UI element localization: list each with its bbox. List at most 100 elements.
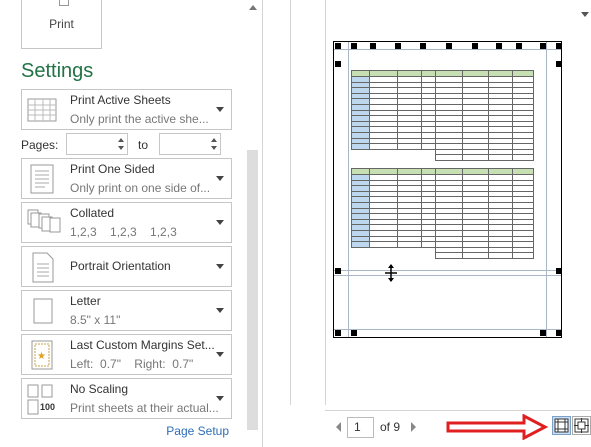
chevron-down-icon xyxy=(216,396,224,401)
margin-handle[interactable] xyxy=(351,43,357,49)
page-count: of 9 xyxy=(380,420,401,434)
preview-table-1 xyxy=(350,70,535,161)
spin-up-icon[interactable] xyxy=(118,138,124,142)
margin-handle[interactable] xyxy=(556,330,562,336)
red-arrow-annotation xyxy=(446,414,548,440)
print-button[interactable]: Print xyxy=(21,0,102,49)
scrollbar-thumb[interactable] xyxy=(247,150,258,430)
scaling-sub: Print sheets at their actual... xyxy=(70,401,219,415)
preview-scrollbar[interactable] xyxy=(580,0,591,20)
chevron-down-icon xyxy=(216,220,224,225)
previous-page-icon[interactable] xyxy=(336,422,341,432)
paper-size-dropdown[interactable]: Letter 8.5" x 11" xyxy=(21,290,232,331)
margin-handle[interactable] xyxy=(540,43,546,49)
portrait-page-icon xyxy=(32,252,54,283)
margin-handle[interactable] xyxy=(395,43,401,49)
resize-cursor-icon xyxy=(385,264,397,282)
margin-handle[interactable] xyxy=(335,61,341,67)
pages-label: Pages: xyxy=(21,138,59,152)
margin-handle[interactable] xyxy=(496,43,502,49)
one-sided-page-icon xyxy=(30,164,54,194)
table-cell xyxy=(434,154,464,161)
collation-dropdown[interactable]: Collated 1,2,3 1,2,3 1,2,3 xyxy=(21,202,232,243)
sided-title: Print One Sided xyxy=(70,162,155,176)
margin-handle[interactable] xyxy=(370,43,376,49)
svg-text:★: ★ xyxy=(37,351,46,362)
margin-handle[interactable] xyxy=(335,330,341,336)
collation-sub: 1,2,3 1,2,3 1,2,3 xyxy=(70,225,177,239)
no-scaling-icon xyxy=(27,384,53,415)
chevron-down-icon xyxy=(216,308,224,313)
right-margin-guide[interactable] xyxy=(546,42,547,337)
zoom-to-page-button[interactable] xyxy=(572,416,591,435)
table-cell xyxy=(370,253,398,259)
current-page-input[interactable]: 1 xyxy=(347,417,374,438)
chevron-down-icon xyxy=(216,264,224,269)
margins-icon: ★ xyxy=(31,340,53,370)
show-margins-icon xyxy=(554,418,569,433)
bottom-edge-guide[interactable] xyxy=(334,329,561,330)
scroll-down-icon[interactable] xyxy=(581,12,589,17)
orientation-title: Portrait Orientation xyxy=(70,259,171,273)
margins-sub: Left: 0.7" Right: 0.7" xyxy=(70,357,194,371)
margin-handle[interactable] xyxy=(351,330,357,336)
table-cell xyxy=(434,252,464,259)
margin-handle[interactable] xyxy=(556,61,562,67)
table-cell xyxy=(397,253,421,259)
margin-handle[interactable] xyxy=(540,330,546,336)
margin-handle[interactable] xyxy=(335,268,341,274)
scaling-icon-text: 100 xyxy=(40,402,56,412)
table-row xyxy=(352,252,535,259)
margin-handle[interactable] xyxy=(472,43,478,49)
collation-title: Collated xyxy=(70,206,115,220)
paper-size-icon xyxy=(33,298,53,324)
preview-table-2 xyxy=(350,168,535,259)
pages-to-input[interactable] xyxy=(159,133,221,155)
margin-handle[interactable] xyxy=(556,43,562,49)
margins-title: Last Custom Margins Set... xyxy=(70,338,215,352)
table-row xyxy=(352,154,535,161)
table-cell xyxy=(488,252,513,259)
panel-edge-line xyxy=(290,0,291,405)
table-cell xyxy=(352,155,370,161)
chevron-down-icon xyxy=(216,352,224,357)
table-cell xyxy=(421,155,435,161)
spin-down-icon[interactable] xyxy=(211,146,217,150)
footer-guide[interactable] xyxy=(334,275,561,276)
table-cell xyxy=(352,253,370,259)
settings-scrollbar[interactable] xyxy=(245,0,261,447)
table-cell xyxy=(511,252,535,259)
collated-pages-icon xyxy=(27,209,61,233)
top-margin-guide[interactable] xyxy=(334,49,561,50)
print-what-dropdown[interactable]: Print Active Sheets Only print the activ… xyxy=(21,89,232,130)
table-cell xyxy=(421,253,435,259)
spin-up-icon[interactable] xyxy=(211,138,217,142)
scroll-up-icon[interactable] xyxy=(249,5,257,10)
settings-panel: Print Settings Print Active Sheets Only … xyxy=(0,0,262,447)
print-button-label: Print xyxy=(49,17,74,31)
margins-dropdown[interactable]: ★ Last Custom Margins Set... Left: 0.7" … xyxy=(21,334,232,375)
pages-from-input[interactable] xyxy=(66,133,128,155)
margin-handle[interactable] xyxy=(446,43,452,49)
margin-handle[interactable] xyxy=(556,268,562,274)
pages-range: Pages: to xyxy=(21,133,236,157)
chevron-down-icon xyxy=(216,176,224,181)
scaling-title: No Scaling xyxy=(70,382,129,396)
margin-handle[interactable] xyxy=(420,43,426,49)
sided-sub: Only print on one side of... xyxy=(70,181,211,195)
scaling-dropdown[interactable]: 100 No Scaling Print sheets at their act… xyxy=(21,378,232,419)
margin-handle[interactable] xyxy=(516,43,522,49)
next-page-icon[interactable] xyxy=(411,422,416,432)
table-cell xyxy=(488,154,513,161)
orientation-dropdown[interactable]: Portrait Orientation xyxy=(21,246,232,287)
show-margins-button[interactable] xyxy=(552,416,571,435)
preview-bottom-divider xyxy=(325,410,591,411)
bottom-margin-guide[interactable] xyxy=(334,270,561,271)
margin-handle[interactable] xyxy=(335,43,341,49)
page-setup-link[interactable]: Page Setup xyxy=(166,424,229,438)
left-margin-guide[interactable] xyxy=(348,42,349,337)
table-cell xyxy=(462,252,490,259)
print-what-sub: Only print the active she... xyxy=(70,112,209,126)
sided-dropdown[interactable]: Print One Sided Only print on one side o… xyxy=(21,158,232,199)
spin-down-icon[interactable] xyxy=(118,146,124,150)
